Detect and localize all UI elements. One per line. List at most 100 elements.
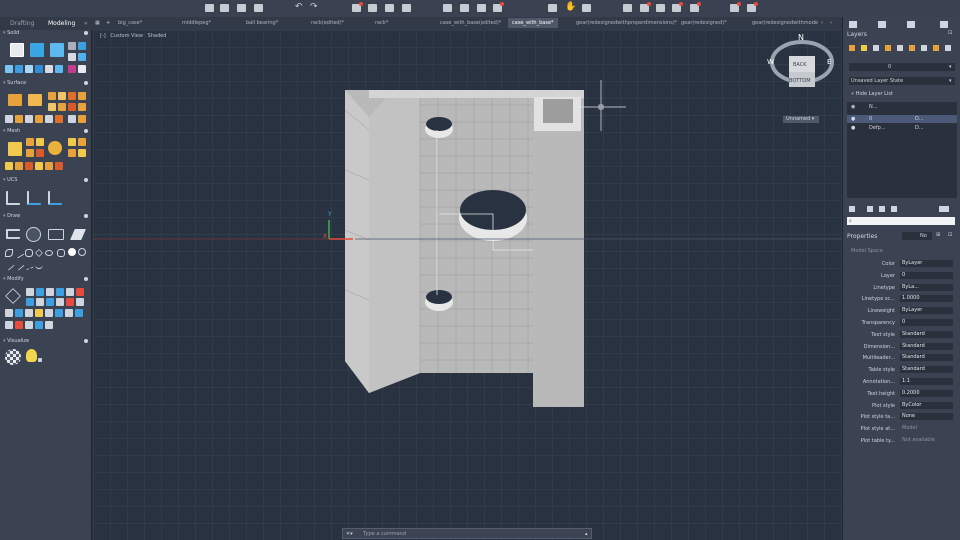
- layer-list[interactable]: ◉ N... ● 0 D... ● Defp... D...: [847, 102, 957, 198]
- property-value[interactable]: 1:1: [900, 378, 953, 385]
- property-value[interactable]: Standard: [900, 366, 953, 373]
- section-plane-icon[interactable]: [35, 162, 43, 170]
- section-pin-icon[interactable]: [84, 339, 88, 343]
- helix-icon[interactable]: [57, 249, 65, 257]
- layer-lock-icon[interactable]: [945, 45, 951, 51]
- chamfer-icon[interactable]: [65, 309, 73, 317]
- viewcube[interactable]: BACK BOTTOM N W E: [766, 30, 838, 92]
- set-current-icon[interactable]: [885, 45, 891, 51]
- layer-iso-icon[interactable]: [909, 45, 915, 51]
- 3d-align-icon[interactable]: [36, 288, 44, 296]
- cv-show-icon[interactable]: [45, 115, 53, 123]
- section-pin-icon[interactable]: [84, 277, 88, 281]
- explode-icon[interactable]: [66, 298, 74, 306]
- properties-palette-icon[interactable]: [907, 21, 915, 28]
- compass-north[interactable]: N: [798, 33, 804, 42]
- layer-state-icon[interactable]: [640, 2, 651, 12]
- offset-icon[interactable]: [68, 103, 76, 111]
- donut-icon[interactable]: [68, 248, 76, 256]
- check-icon[interactable]: [35, 321, 43, 329]
- planar-surface-icon[interactable]: [48, 92, 56, 100]
- extend-icon[interactable]: [25, 115, 33, 123]
- align-icon[interactable]: [25, 309, 33, 317]
- layers-close-icon[interactable]: ⊡: [948, 30, 952, 36]
- scroll-left-icon[interactable]: ‹: [821, 20, 823, 26]
- command-line[interactable]: ✕▾ Type a command ▴: [342, 528, 592, 539]
- wave-icon[interactable]: [35, 261, 43, 269]
- match-properties-icon[interactable]: [443, 4, 452, 12]
- section-pin-icon[interactable]: [84, 81, 88, 85]
- cv-add-icon[interactable]: [55, 115, 63, 123]
- isolate-icon[interactable]: [656, 4, 665, 12]
- join-icon[interactable]: [76, 298, 84, 306]
- property-value[interactable]: Standard: [900, 354, 953, 361]
- layer-row[interactable]: ● Defp... D...: [847, 124, 957, 132]
- trim-object-icon[interactable]: [76, 288, 84, 296]
- network-surface-icon[interactable]: [8, 94, 22, 106]
- block-search-input[interactable]: ⌕: [847, 217, 955, 225]
- mesh-collapse-icon[interactable]: [55, 162, 63, 170]
- circle-icon[interactable]: [26, 227, 41, 242]
- viewport-controls[interactable]: [-] Custom View Shaded: [100, 33, 166, 39]
- chamfer-edge-icon[interactable]: [55, 65, 63, 73]
- block-icon[interactable]: [477, 4, 486, 12]
- layer-tools-icon[interactable]: [493, 2, 504, 12]
- tab-menu-icon[interactable]: ▦: [95, 20, 100, 26]
- extension-icon[interactable]: [747, 2, 758, 12]
- thicken-icon[interactable]: [45, 321, 53, 329]
- 3d-move-icon[interactable]: [5, 288, 21, 304]
- mesh-extrude-icon[interactable]: [78, 138, 86, 146]
- block-options-icon[interactable]: [939, 206, 949, 212]
- ucs-menu[interactable]: Unnamed ▾: [783, 116, 819, 123]
- mesh-smooth-icon[interactable]: [26, 138, 34, 146]
- revcloud-icon[interactable]: [23, 259, 35, 271]
- revolve-surface-icon[interactable]: [68, 92, 76, 100]
- properties-match-icon[interactable]: [45, 309, 53, 317]
- doc-tab[interactable]: ball bearing*: [246, 20, 278, 26]
- box-icon[interactable]: [10, 43, 24, 57]
- section-pin-icon[interactable]: [84, 129, 88, 133]
- block-palette-icon[interactable]: [878, 21, 886, 28]
- new-layer-vp-icon[interactable]: [861, 45, 867, 51]
- mesh-merge-icon[interactable]: [68, 149, 76, 157]
- loft-surface-icon[interactable]: [28, 94, 42, 106]
- ucs-world-icon[interactable]: [6, 191, 20, 205]
- separate-icon[interactable]: [15, 321, 23, 329]
- insert-block-icon[interactable]: [849, 206, 855, 212]
- compass-west[interactable]: W: [767, 58, 774, 66]
- break-icon[interactable]: [15, 309, 23, 317]
- hide-layer-list-toggle[interactable]: « Hide Layer List: [851, 91, 893, 97]
- edit-pline-icon[interactable]: [35, 309, 43, 317]
- fillet-icon[interactable]: [56, 298, 64, 306]
- ucs-3point-icon[interactable]: [48, 191, 62, 205]
- mesh-split-icon[interactable]: [68, 138, 76, 146]
- property-value[interactable]: ByLayer: [900, 307, 953, 314]
- sculpt-icon[interactable]: [35, 115, 43, 123]
- property-value[interactable]: 1.0000: [900, 295, 953, 302]
- imprint-icon[interactable]: [78, 65, 86, 73]
- new-tab-icon[interactable]: +: [106, 20, 110, 26]
- property-value[interactable]: Standard: [900, 343, 953, 350]
- shell-icon[interactable]: [78, 53, 86, 61]
- clipboard-icon[interactable]: [460, 4, 469, 12]
- plot-icon[interactable]: [352, 2, 363, 12]
- region-icon[interactable]: [70, 229, 86, 240]
- doc-tab[interactable]: gear(redesigned)*: [681, 20, 727, 26]
- doc-tab-active[interactable]: case_with_base*: [508, 18, 558, 28]
- construction-line-icon[interactable]: [13, 259, 25, 271]
- doc-tab[interactable]: middlepeg*: [182, 20, 211, 26]
- mesh-close-hole-icon[interactable]: [78, 149, 86, 157]
- section-pin-icon[interactable]: [84, 178, 88, 182]
- light-bulb-icon[interactable]: [26, 349, 37, 362]
- fillet-edge-icon[interactable]: [45, 65, 53, 73]
- block-editor-icon[interactable]: [867, 206, 873, 212]
- orbit-icon[interactable]: [582, 4, 591, 12]
- layer-state-select[interactable]: Unsaved Layer State ▾: [849, 77, 955, 85]
- convert-surface-icon[interactable]: [15, 162, 23, 170]
- layer-name-column[interactable]: N...: [869, 104, 878, 110]
- line-icon[interactable]: [13, 247, 25, 259]
- offset-object-icon[interactable]: [46, 298, 54, 306]
- mesh-crease-icon[interactable]: [26, 149, 34, 157]
- bulb-on-icon[interactable]: ●: [851, 125, 855, 131]
- mesh-sphere-icon[interactable]: [48, 141, 62, 155]
